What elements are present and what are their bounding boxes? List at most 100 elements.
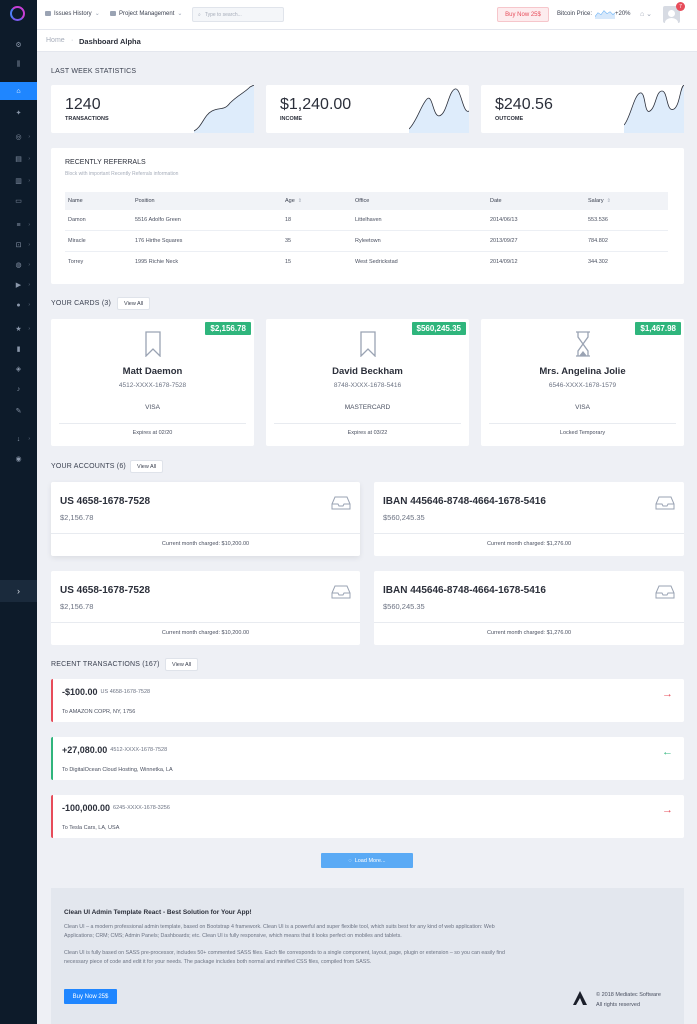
table-row[interactable]: Miracle 176 Hirthe Squares 35 Ryleetown … xyxy=(65,231,668,252)
stat-label: Transactions xyxy=(65,116,109,122)
table-cell: Torrey xyxy=(68,259,84,265)
table-cell: 15 xyxy=(285,259,292,265)
video-icon[interactable]: ▶ › xyxy=(0,276,37,294)
account-charged: Current month charged: $10,200.00 xyxy=(161,541,250,547)
logo-icon[interactable] xyxy=(10,6,25,21)
issues-history-label: Issues History xyxy=(54,10,92,17)
compass-icon[interactable]: ◎ › xyxy=(0,128,37,146)
account-balance: $560,245.35 xyxy=(383,513,425,522)
account-card[interactable]: US 4658-1678-7528 $2,156.78 Current mont… xyxy=(51,482,360,556)
transaction-amount: -$100.00 xyxy=(62,687,98,697)
card-type: MASTERCARD xyxy=(344,404,391,411)
database-icon[interactable]: ≡ › xyxy=(0,216,37,234)
payment-card[interactable]: $1,467.98 Mrs. Angelina Jolie 6546-XXXX-… xyxy=(481,319,684,446)
circle-icon[interactable]: ◉ xyxy=(0,450,37,468)
payment-card[interactable]: $2,156.78 Matt Daemon 4512-XXXX-1678-752… xyxy=(51,319,254,446)
table-cell: 344.302 xyxy=(588,259,608,265)
company-logo-icon xyxy=(573,991,587,1005)
column-header[interactable]: Office xyxy=(355,198,369,204)
inbox-icon xyxy=(331,496,351,510)
stat-sparkline xyxy=(409,88,469,133)
account-card[interactable]: IBAN 445646-8748-4664-1678-5416 $560,245… xyxy=(374,571,684,645)
account-number: US 4658-1678-7528 xyxy=(60,496,151,507)
tools-icon[interactable]: ✎ xyxy=(0,402,37,420)
transaction-item[interactable]: -$100.00 US 4658-1678-7528 To AMAZON COPR… xyxy=(51,679,684,722)
load-more-label: Load More... xyxy=(354,857,386,864)
layers-icon[interactable]: ◈ xyxy=(0,360,37,378)
music-icon[interactable]: ♪ xyxy=(0,380,37,398)
stat-sparkline xyxy=(194,85,254,133)
account-balance: $2,156.78 xyxy=(60,602,94,611)
card-number: 4512-XXXX-1678-7528 xyxy=(118,382,187,389)
table-cell: 18 xyxy=(285,217,292,223)
stat-label: Outcome xyxy=(495,116,524,122)
issues-history-dropdown[interactable]: Issues History ⌄ xyxy=(45,10,100,17)
table-cell: West Sedrickstad xyxy=(355,259,398,265)
inbox-icon xyxy=(655,585,675,599)
card-type: VISA xyxy=(145,404,160,411)
account-card[interactable]: IBAN 445646-8748-4664-1678-5416 $560,245… xyxy=(374,482,684,556)
card-expiry: Expires at 02/20 xyxy=(132,430,173,436)
trash-icon[interactable]: ▮ xyxy=(0,340,37,358)
account-number: IBAN 445646-8748-4664-1678-5416 xyxy=(383,496,546,507)
star-icon[interactable]: ★ › xyxy=(0,320,37,338)
footer-buy-button[interactable]: Buy Now 25$ xyxy=(64,989,117,1004)
folder-icon xyxy=(45,11,51,16)
top-bar: Issues History ⌄ Project Management ⌄ ⌕ … xyxy=(37,0,697,30)
table-cell: 553.536 xyxy=(588,217,608,223)
home-icon[interactable]: ⌂ xyxy=(0,82,37,100)
globe-icon[interactable]: ◍ › xyxy=(0,256,37,274)
divider xyxy=(374,533,684,534)
table-cell: 5516 Adolfo Green xyxy=(135,217,181,223)
load-more-button[interactable]: ◌ Load More... xyxy=(321,853,413,868)
table-row[interactable]: Damon 5516 Adolfo Green 18 Littelhaven 2… xyxy=(65,210,668,231)
bitcoin-change: +20% xyxy=(615,11,631,17)
transaction-item[interactable]: -100,000.00 6245-XXXX-1678-3256 To Tesla … xyxy=(51,795,684,838)
chart-icon[interactable]: ▥ › xyxy=(0,172,37,190)
sort-icon[interactable]: ⇕ xyxy=(298,198,302,204)
payment-card[interactable]: $560,245.35 David Beckham 8748-XXXX-1678… xyxy=(266,319,469,446)
column-header[interactable]: Date xyxy=(490,198,502,204)
divider xyxy=(489,423,676,424)
column-header[interactable]: Salary ⇕ xyxy=(588,198,611,204)
column-header[interactable]: Name xyxy=(68,198,83,204)
layout-icon[interactable]: ▤ › xyxy=(0,150,37,168)
card-balance-badge: $1,467.98 xyxy=(635,322,681,335)
transaction-recipient: To DigitalOcean Cloud Hosting, Winnetka,… xyxy=(62,767,173,773)
account-balance: $2,156.78 xyxy=(60,513,94,522)
accounts-view-all-button[interactable]: View All xyxy=(130,460,164,473)
page-title: Dashboard Alpha xyxy=(79,37,141,46)
sort-icon[interactable]: ⇕ xyxy=(607,198,611,204)
cart-icon[interactable]: ⊡ › xyxy=(0,236,37,254)
search-input[interactable]: ⌕ Type to search... xyxy=(192,7,284,22)
transaction-account: 4512-XXXX-1678-7528 xyxy=(110,747,168,753)
table-cell: Damon xyxy=(68,217,86,223)
library-icon[interactable]: ⫼ xyxy=(0,56,37,74)
bitcoin-sparkline xyxy=(595,10,615,19)
search-icon: ⌕ xyxy=(198,11,201,18)
buy-now-button[interactable]: Buy Now 25$ xyxy=(497,7,549,22)
download-icon[interactable]: ↓ › xyxy=(0,430,37,448)
account-card[interactable]: US 4658-1678-7528 $2,156.78 Current mont… xyxy=(51,571,360,645)
pin-icon[interactable]: ✦ xyxy=(0,104,37,122)
github-icon[interactable]: ● › xyxy=(0,296,37,314)
transactions-view-all-button[interactable]: View All xyxy=(165,658,199,671)
cards-view-all-button[interactable]: View All xyxy=(117,297,151,310)
transaction-item[interactable]: +27,080.00 4512-XXXX-1678-7528 To Digital… xyxy=(51,737,684,780)
card-number: 6546-XXXX-1678-1579 xyxy=(548,382,617,389)
credit-card-icon[interactable]: ▭ xyxy=(0,192,37,210)
column-header[interactable]: Position xyxy=(135,198,155,204)
breadcrumb-home[interactable]: Home xyxy=(46,37,65,44)
table-row[interactable]: Torrey 1995 Richie Neck 15 West Sedricks… xyxy=(65,252,668,273)
stat-value: $1,240.00 xyxy=(280,96,352,113)
breadcrumb: Home · Dashboard Alpha xyxy=(37,30,697,52)
column-header-label: Salary xyxy=(588,198,604,204)
chevron-right-icon[interactable]: › xyxy=(0,580,37,602)
inbox-icon xyxy=(655,496,675,510)
transaction-recipient: To AMAZON COPR, NY, 1756 xyxy=(62,709,136,715)
project-management-dropdown[interactable]: Project Management ⌄ xyxy=(110,10,182,17)
referrals-title: Recently Referrals xyxy=(65,159,146,166)
column-header[interactable]: Age ⇕ xyxy=(285,198,302,204)
settings-icon[interactable]: ⚙ xyxy=(0,36,37,54)
home-dropdown-icon[interactable]: ⌂ ⌄ xyxy=(640,10,652,18)
